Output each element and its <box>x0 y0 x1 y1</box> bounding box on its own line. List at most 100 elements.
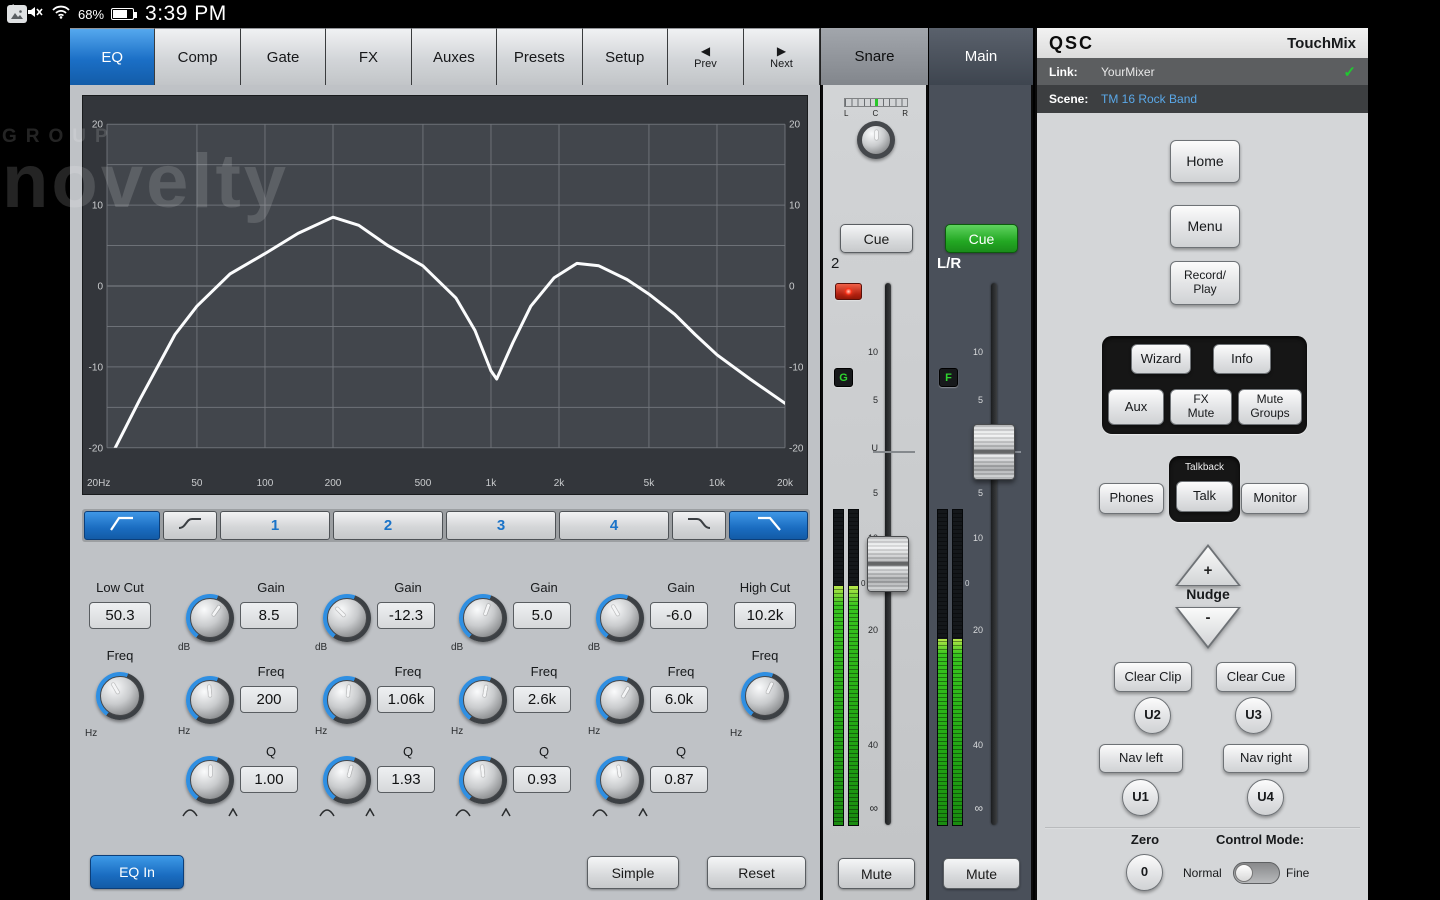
user-button-u1[interactable]: U1 <box>1122 779 1159 816</box>
snare-mute-button[interactable]: Mute <box>838 858 915 889</box>
band-4-button[interactable]: 4 <box>559 511 669 540</box>
main-mute-button[interactable]: Mute <box>943 858 1020 889</box>
band-3-q-value: 0.93 <box>513 766 571 793</box>
band-3-freq-knob[interactable] <box>459 676 507 724</box>
band-1-q-knob[interactable] <box>186 756 234 804</box>
band-2-freq-value: 1.06k <box>377 686 435 713</box>
band-2-freq-knob[interactable] <box>323 676 371 724</box>
high-cut-button[interactable] <box>729 511 808 540</box>
monitor-button[interactable]: Monitor <box>1241 483 1309 514</box>
mute-icon <box>26 5 44 24</box>
low-cut-button[interactable] <box>84 511 160 540</box>
snare-cue-button[interactable]: Cue <box>840 224 913 253</box>
band-2-q-knob[interactable] <box>323 756 371 804</box>
nudge-down-button[interactable]: - <box>1175 607 1241 649</box>
wide-q-icon <box>455 804 471 822</box>
eq-graph[interactable]: 2020101000-10-10-20-2020Hz501002005001k2… <box>82 95 808 495</box>
record-arm-button[interactable] <box>835 283 862 300</box>
gate-badge[interactable]: G <box>834 368 853 387</box>
user-button-u2[interactable]: U2 <box>1134 697 1171 734</box>
nudge-up-button[interactable]: + <box>1175 544 1241 586</box>
mute-groups-button[interactable]: Mute Groups <box>1238 389 1302 425</box>
tab-eq[interactable]: EQ <box>70 28 155 85</box>
svg-text:-20: -20 <box>789 443 804 454</box>
main-fader-track[interactable] <box>991 283 997 825</box>
tab-auxes[interactable]: Auxes <box>412 28 497 85</box>
tab-channel-snare[interactable]: Snare <box>820 28 928 85</box>
aux-button[interactable]: Aux <box>1108 389 1164 425</box>
meter-zero-label: 0 <box>861 579 865 588</box>
main-fader-handle[interactable] <box>973 424 1015 480</box>
pan-knob[interactable] <box>857 121 895 159</box>
band-4-q-knob[interactable] <box>596 756 644 804</box>
link-value: YourMixer <box>1101 65 1335 79</box>
talk-button[interactable]: Talk <box>1176 481 1233 512</box>
nav-left-button[interactable]: Nav left <box>1099 744 1183 773</box>
screenshot-thumbnail-icon[interactable] <box>7 5 27 23</box>
zero-button[interactable]: 0 <box>1126 854 1163 891</box>
prev-arrow-icon: ◀ <box>701 45 710 57</box>
low-cut-freq-knob[interactable] <box>96 672 144 720</box>
info-button[interactable]: Info <box>1213 344 1271 374</box>
tab-bar: EQ Comp Gate FX Auxes Presets Setup ◀ Pr… <box>70 28 820 85</box>
fx-mute-button[interactable]: FX Mute <box>1170 389 1232 425</box>
band-3-q-knob[interactable] <box>459 756 507 804</box>
fx-badge[interactable]: F <box>939 368 958 387</box>
narrow-q-icon <box>228 804 238 822</box>
band-3-gain-knob[interactable] <box>459 594 507 642</box>
control-mode-toggle[interactable] <box>1233 862 1280 884</box>
band-1-freq-knob[interactable] <box>186 676 234 724</box>
snare-fader-handle[interactable] <box>867 536 909 592</box>
tab-setup[interactable]: Setup <box>583 28 668 85</box>
freq-label: Freq <box>85 648 155 663</box>
high-shelf-icon <box>686 514 712 537</box>
reset-button[interactable]: Reset <box>707 856 806 889</box>
scene-value[interactable]: TM 16 Rock Band <box>1101 92 1197 106</box>
band-3-button[interactable]: 3 <box>446 511 556 540</box>
high-cut-column: High Cut 10.2k Freq Hz <box>730 580 800 846</box>
phones-button[interactable]: Phones <box>1099 483 1164 514</box>
narrow-q-icon <box>638 804 648 822</box>
wide-q-icon <box>319 804 335 822</box>
user-button-u3[interactable]: U3 <box>1235 697 1272 734</box>
low-shelf-button[interactable] <box>163 511 217 540</box>
wizard-button[interactable]: Wizard <box>1131 344 1191 374</box>
high-cut-freq-knob[interactable] <box>741 672 789 720</box>
high-shelf-button[interactable] <box>672 511 726 540</box>
prev-channel-button[interactable]: ◀ Prev <box>668 28 744 85</box>
nav-right-button[interactable]: Nav right <box>1223 744 1309 773</box>
tab-gate[interactable]: Gate <box>241 28 326 85</box>
high-cut-title: High Cut <box>730 580 800 595</box>
tab-presets[interactable]: Presets <box>497 28 582 85</box>
band-2-button[interactable]: 2 <box>333 511 443 540</box>
band-4-freq-value: 6.0k <box>650 686 708 713</box>
next-channel-button[interactable]: ▶ Next <box>744 28 820 85</box>
tab-main[interactable]: Main <box>929 28 1033 85</box>
user-button-u4[interactable]: U4 <box>1247 779 1284 816</box>
svg-text:50: 50 <box>191 478 203 489</box>
tab-fx[interactable]: FX <box>326 28 411 85</box>
fine-label: Fine <box>1286 866 1309 880</box>
clear-cue-button[interactable]: Clear Cue <box>1216 662 1296 692</box>
band-4-gain-knob[interactable] <box>596 594 644 642</box>
band-1-button[interactable]: 1 <box>220 511 330 540</box>
eq-in-button[interactable]: EQ In <box>90 855 184 889</box>
hz-unit-label: Hz <box>178 726 190 737</box>
clear-clip-button[interactable]: Clear Clip <box>1114 662 1192 692</box>
status-bar: 68% 3:39 PM <box>0 0 1440 28</box>
pan-left-label: L <box>844 109 848 118</box>
band-2-gain-knob[interactable] <box>323 594 371 642</box>
home-button[interactable]: Home <box>1170 140 1240 183</box>
battery-percent: 68% <box>78 7 104 22</box>
tab-comp[interactable]: Comp <box>155 28 240 85</box>
product-name: TouchMix <box>1287 35 1356 52</box>
main-cue-button[interactable]: Cue <box>945 224 1018 253</box>
record-play-button[interactable]: Record/ Play <box>1170 261 1240 305</box>
band-1-gain-knob[interactable] <box>186 594 234 642</box>
band-1-freq-value: 200 <box>240 686 298 713</box>
low-cut-title: Low Cut <box>85 580 155 595</box>
simple-button[interactable]: Simple <box>587 856 679 889</box>
band-4-freq-knob[interactable] <box>596 676 644 724</box>
menu-button[interactable]: Menu <box>1170 205 1240 248</box>
low-cut-icon <box>109 514 135 537</box>
